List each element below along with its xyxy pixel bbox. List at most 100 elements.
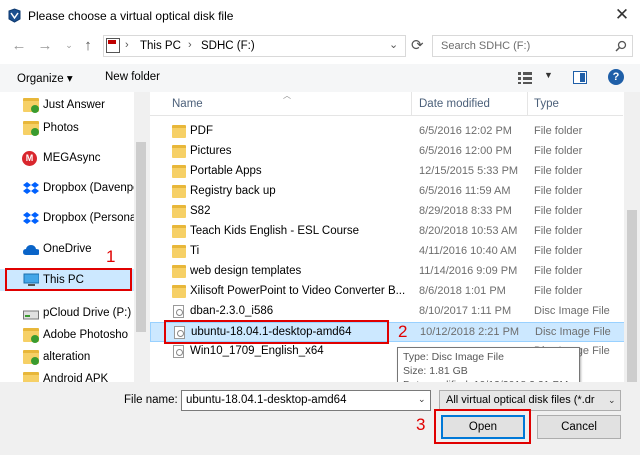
nav-item-adobe-photoshop[interactable]: Adobe Photosho bbox=[0, 324, 134, 346]
file-date-modified: 11/14/2016 9:09 PM bbox=[419, 265, 518, 277]
folder-icon bbox=[172, 205, 186, 218]
forward-arrow-icon[interactable]: → bbox=[36, 36, 54, 56]
column-name[interactable]: Name bbox=[172, 98, 203, 110]
close-button[interactable]: ✕ bbox=[610, 4, 634, 26]
file-row[interactable]: web design templates 11/14/2016 9:09 PM Fi… bbox=[150, 262, 625, 282]
nav-item-just-answer[interactable]: Just Answer bbox=[0, 94, 134, 116]
file-row[interactable]: Registry back up 6/5/2016 11:59 AM File fo… bbox=[150, 182, 625, 202]
mega-icon: M bbox=[22, 151, 37, 166]
organize-button[interactable]: Organize ▾ bbox=[17, 71, 73, 85]
nav-item-label: OneDrive bbox=[43, 243, 92, 255]
file-type-select[interactable]: All virtual optical disk files (*.dr ⌄ bbox=[439, 390, 621, 411]
breadcrumb-this-pc[interactable]: This PC bbox=[140, 40, 181, 52]
help-icon[interactable]: ? bbox=[608, 69, 624, 85]
recent-chevron-icon[interactable]: ⌄ bbox=[60, 35, 78, 55]
file-list-scrollbar[interactable] bbox=[624, 92, 640, 382]
column-divider[interactable] bbox=[411, 92, 412, 115]
file-row[interactable]: Portable Apps 12/15/2015 5:33 PM File fold… bbox=[150, 162, 625, 182]
nav-item-megasync[interactable]: M MEGAsync bbox=[0, 147, 134, 169]
up-arrow-icon[interactable]: ↑ bbox=[79, 36, 97, 56]
file-type: File folder bbox=[534, 205, 583, 217]
nav-item-pcloud-drive[interactable]: pCloud Drive (P:) bbox=[0, 302, 134, 324]
sync-check-icon bbox=[31, 335, 39, 343]
file-row[interactable]: dban-2.3.0_i586 8/10/2017 1:11 PM Disc Ima… bbox=[150, 302, 625, 322]
tooltip-type: Type: Disc Image File bbox=[403, 351, 504, 363]
search-placeholder: Search SDHC (F:) bbox=[441, 40, 531, 52]
folder-icon bbox=[172, 225, 186, 238]
file-row[interactable]: Ti 4/11/2016 10:40 AM File folder bbox=[150, 242, 625, 262]
nav-item-alteration[interactable]: alteration bbox=[0, 346, 134, 368]
breadcrumb-drive[interactable]: SDHC (F:) bbox=[201, 40, 255, 52]
file-name: Win10_1709_English_x64 bbox=[190, 345, 324, 357]
file-row[interactable]: PDF 6/5/2016 12:02 PM File folder bbox=[150, 122, 625, 142]
navigation-pane: Just Answer Photos M MEGAsync Dropbox (D… bbox=[0, 92, 148, 382]
file-date-modified: 8/20/2018 10:53 AM bbox=[419, 225, 518, 237]
file-name: S82 bbox=[190, 205, 211, 217]
column-date-modified[interactable]: Date modified bbox=[419, 98, 490, 110]
file-name-dropdown-icon[interactable]: ⌄ bbox=[418, 394, 426, 405]
nav-item-dropbox-davenport[interactable]: Dropbox (Davenpo bbox=[0, 177, 134, 199]
annotation-step-2: 2 bbox=[398, 322, 408, 341]
annotation-step-3: 3 bbox=[416, 415, 426, 434]
folder-icon bbox=[172, 125, 186, 138]
nav-item-label: pCloud Drive (P:) bbox=[43, 307, 132, 319]
file-date-modified: 4/11/2016 10:40 AM bbox=[419, 245, 517, 257]
file-date-modified: 6/5/2016 11:59 AM bbox=[419, 185, 511, 197]
sync-check-icon bbox=[31, 128, 39, 136]
file-name: Xilisoft PowerPoint to Video Converter B… bbox=[190, 285, 406, 297]
nav-item-label: Just Answer bbox=[43, 99, 105, 111]
nav-pane-scrollbar[interactable] bbox=[134, 92, 148, 382]
new-folder-button[interactable]: New folder bbox=[105, 71, 160, 83]
address-dropdown-icon[interactable]: ⌄ bbox=[389, 38, 398, 51]
folder-icon bbox=[172, 145, 186, 158]
file-type-dropdown-icon: ⌄ bbox=[608, 395, 616, 406]
nav-item-photos[interactable]: Photos bbox=[0, 117, 134, 139]
file-type: Disc Image File bbox=[534, 305, 610, 317]
nav-item-android-apk[interactable]: Android APK bbox=[0, 368, 134, 382]
file-type: File folder bbox=[534, 185, 583, 197]
refresh-icon[interactable]: ⟳ bbox=[411, 36, 424, 54]
nav-item-dropbox-personal[interactable]: Dropbox (Persona bbox=[0, 207, 134, 229]
preview-pane-icon[interactable] bbox=[573, 71, 587, 84]
file-type: Disc Image File bbox=[535, 326, 611, 338]
column-header: ︿ Name Date modified Type bbox=[150, 91, 623, 116]
file-name-input[interactable]: ubuntu-18.04.1-desktop-amd64 ⌄ bbox=[181, 390, 431, 411]
folder-icon bbox=[172, 165, 186, 178]
folder-icon bbox=[172, 285, 186, 298]
virtualbox-icon bbox=[8, 8, 21, 23]
cancel-button[interactable]: Cancel bbox=[537, 415, 621, 439]
nav-pane-scrollbar-thumb[interactable] bbox=[136, 142, 146, 332]
address-bar[interactable]: › This PC › SDHC (F:) ⌄ bbox=[103, 35, 406, 57]
view-dropdown-icon[interactable]: ▼ bbox=[544, 70, 553, 80]
sync-check-icon bbox=[31, 357, 39, 365]
back-arrow-icon[interactable]: ← bbox=[10, 36, 28, 56]
file-name: Registry back up bbox=[190, 185, 276, 197]
sort-chevron-icon: ︿ bbox=[283, 91, 291, 100]
folder-icon bbox=[172, 245, 186, 258]
dropbox-icon bbox=[23, 182, 39, 194]
file-date-modified: 8/6/2018 1:01 PM bbox=[419, 285, 506, 297]
file-name-value: ubuntu-18.04.1-desktop-amd64 bbox=[186, 394, 347, 406]
file-date-modified: 12/15/2015 5:33 PM bbox=[419, 165, 519, 177]
file-row[interactable]: Pictures 6/5/2016 12:00 PM File folder bbox=[150, 142, 625, 162]
file-date-modified: 10/12/2018 2:21 PM bbox=[420, 326, 520, 338]
file-name: dban-2.3.0_i586 bbox=[190, 305, 274, 317]
file-row[interactable]: Teach Kids English - ESL Course 8/20/2018… bbox=[150, 222, 625, 242]
column-type[interactable]: Type bbox=[534, 98, 559, 110]
column-divider[interactable] bbox=[527, 92, 528, 115]
file-type: File folder bbox=[534, 165, 583, 177]
search-icon[interactable] bbox=[615, 40, 627, 52]
file-date-modified: 6/5/2016 12:02 PM bbox=[419, 125, 512, 137]
nav-item-label: Photos bbox=[43, 122, 79, 134]
search-box[interactable]: Search SDHC (F:) bbox=[432, 35, 633, 57]
command-toolbar: Organize ▾ New folder ▼ ? bbox=[0, 64, 640, 92]
folder-icon bbox=[172, 265, 186, 278]
file-list-scrollbar-thumb[interactable] bbox=[627, 210, 637, 382]
nav-item-label: alteration bbox=[43, 351, 91, 363]
nav-item-label: MEGAsync bbox=[43, 152, 101, 164]
folder-icon bbox=[172, 185, 186, 198]
file-row[interactable]: Xilisoft PowerPoint to Video Converter B… bbox=[150, 282, 625, 302]
file-row[interactable]: S82 8/29/2018 8:33 PM File folder bbox=[150, 202, 625, 222]
file-name: PDF bbox=[190, 125, 213, 137]
view-options-icon[interactable] bbox=[518, 71, 532, 84]
